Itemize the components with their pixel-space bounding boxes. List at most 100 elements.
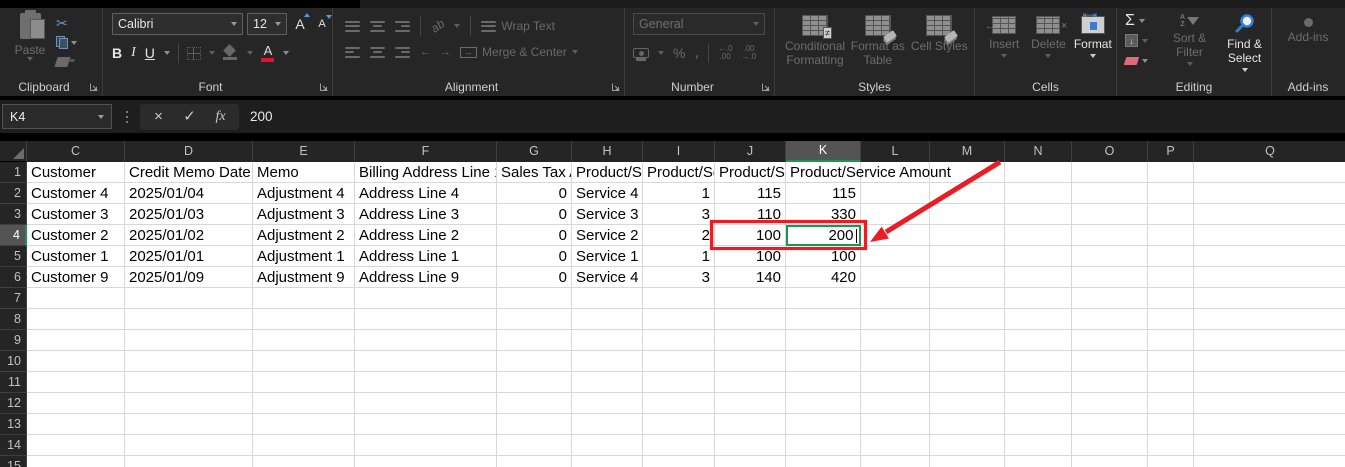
cell-L14[interactable] — [861, 435, 930, 456]
cell-J2[interactable]: 115 — [715, 183, 786, 204]
column-header-O[interactable]: O — [1072, 141, 1148, 162]
cell-F1[interactable]: Billing Address Line 1 — [355, 162, 497, 183]
cell-F8[interactable] — [355, 309, 497, 330]
format-painter-button[interactable] — [54, 53, 77, 70]
cell-E4[interactable]: Adjustment 2 — [253, 225, 355, 246]
fill-color-button[interactable] — [222, 44, 239, 60]
row-header-11[interactable]: 11 — [0, 372, 27, 393]
cell-N12[interactable] — [1005, 393, 1072, 414]
cell-H15[interactable] — [572, 456, 643, 467]
cell-E6[interactable]: Adjustment 9 — [253, 267, 355, 288]
cell-M12[interactable] — [930, 393, 1005, 414]
cell-O2[interactable] — [1072, 183, 1148, 204]
cell-C14[interactable] — [27, 435, 125, 456]
cell-M8[interactable] — [930, 309, 1005, 330]
cell-L15[interactable] — [861, 456, 930, 467]
cell-P2[interactable] — [1148, 183, 1194, 204]
cell-D8[interactable] — [125, 309, 253, 330]
cell-C6[interactable]: Customer 9 — [27, 267, 125, 288]
cell-P9[interactable] — [1148, 330, 1194, 351]
chevron-down-icon[interactable] — [163, 51, 170, 55]
cell-F14[interactable] — [355, 435, 497, 456]
row-header-3[interactable]: 3 — [0, 204, 27, 225]
cell-G14[interactable] — [497, 435, 572, 456]
cell-P14[interactable] — [1148, 435, 1194, 456]
cell-F3[interactable]: Address Line 3 — [355, 204, 497, 225]
cell-O6[interactable] — [1072, 267, 1148, 288]
clipboard-dialog-launcher-icon[interactable] — [89, 82, 99, 92]
cell-Q11[interactable] — [1194, 372, 1345, 393]
row-header-14[interactable]: 14 — [0, 435, 27, 456]
cell-D7[interactable] — [125, 288, 253, 309]
cell-E11[interactable] — [253, 372, 355, 393]
cell-N9[interactable] — [1005, 330, 1072, 351]
increase-font-size-button[interactable]: A — [291, 13, 310, 32]
cell-I1[interactable]: Product/Se — [643, 162, 715, 183]
cell-C5[interactable]: Customer 1 — [27, 246, 125, 267]
cell-N6[interactable] — [1005, 267, 1072, 288]
cell-Q2[interactable] — [1194, 183, 1345, 204]
cell-N10[interactable] — [1005, 351, 1072, 372]
enter-button[interactable]: ✓ — [174, 104, 205, 130]
cell-P7[interactable] — [1148, 288, 1194, 309]
cell-H1[interactable]: Product/Se — [572, 162, 643, 183]
cell-I4[interactable]: 2 — [643, 225, 715, 246]
fill-button[interactable]: ↓ — [1125, 32, 1159, 49]
cut-button[interactable]: ✂ — [56, 15, 77, 32]
cell-M14[interactable] — [930, 435, 1005, 456]
orientation-button[interactable]: ab — [428, 16, 447, 35]
cell-C9[interactable] — [27, 330, 125, 351]
cell-N8[interactable] — [1005, 309, 1072, 330]
column-header-I[interactable]: I — [643, 141, 715, 162]
cell-Q13[interactable] — [1194, 414, 1345, 435]
cell-K2[interactable]: 115 — [786, 183, 861, 204]
cell-M13[interactable] — [930, 414, 1005, 435]
cell-E7[interactable] — [253, 288, 355, 309]
column-header-E[interactable]: E — [253, 141, 355, 162]
cell-I9[interactable] — [643, 330, 715, 351]
cell-F2[interactable]: Address Line 4 — [355, 183, 497, 204]
cell-M2[interactable] — [930, 183, 1005, 204]
cell-K5[interactable]: 100 — [786, 246, 861, 267]
formula-bar-grip[interactable] — [126, 110, 128, 123]
cell-F10[interactable] — [355, 351, 497, 372]
row-header-8[interactable]: 8 — [0, 309, 27, 330]
formula-input[interactable]: 200 — [239, 104, 1345, 130]
cell-P10[interactable] — [1148, 351, 1194, 372]
cell-N11[interactable] — [1005, 372, 1072, 393]
cell-C3[interactable]: Customer 3 — [27, 204, 125, 225]
cell-O13[interactable] — [1072, 414, 1148, 435]
cell-L2[interactable] — [861, 183, 930, 204]
cell-O9[interactable] — [1072, 330, 1148, 351]
accounting-format-icon[interactable] — [633, 48, 649, 61]
cell-J8[interactable] — [715, 309, 786, 330]
cell-M9[interactable] — [930, 330, 1005, 351]
cell-O8[interactable] — [1072, 309, 1148, 330]
cell-O15[interactable] — [1072, 456, 1148, 467]
cell-H12[interactable] — [572, 393, 643, 414]
cell-C10[interactable] — [27, 351, 125, 372]
cell-G2[interactable]: 0 — [497, 183, 572, 204]
column-header-L[interactable]: L — [861, 141, 930, 162]
cell-H9[interactable] — [572, 330, 643, 351]
cell-D4[interactable]: 2025/01/02 — [125, 225, 253, 246]
cell-J12[interactable] — [715, 393, 786, 414]
cell-G5[interactable]: 0 — [497, 246, 572, 267]
cell-P4[interactable] — [1148, 225, 1194, 246]
cell-J1[interactable]: Product/Se — [715, 162, 786, 183]
align-left-button[interactable] — [345, 46, 360, 58]
cell-D14[interactable] — [125, 435, 253, 456]
cell-I12[interactable] — [643, 393, 715, 414]
cell-Q9[interactable] — [1194, 330, 1345, 351]
cell-H13[interactable] — [572, 414, 643, 435]
cell-M3[interactable] — [930, 204, 1005, 225]
cell-H11[interactable] — [572, 372, 643, 393]
cell-N2[interactable] — [1005, 183, 1072, 204]
font-size-select[interactable]: 12 — [247, 13, 287, 35]
cell-J5[interactable]: 100 — [715, 246, 786, 267]
cell-O4[interactable] — [1072, 225, 1148, 246]
font-color-button[interactable]: A — [261, 44, 275, 62]
cell-L12[interactable] — [861, 393, 930, 414]
font-dialog-launcher-icon[interactable] — [319, 82, 329, 92]
cell-P11[interactable] — [1148, 372, 1194, 393]
